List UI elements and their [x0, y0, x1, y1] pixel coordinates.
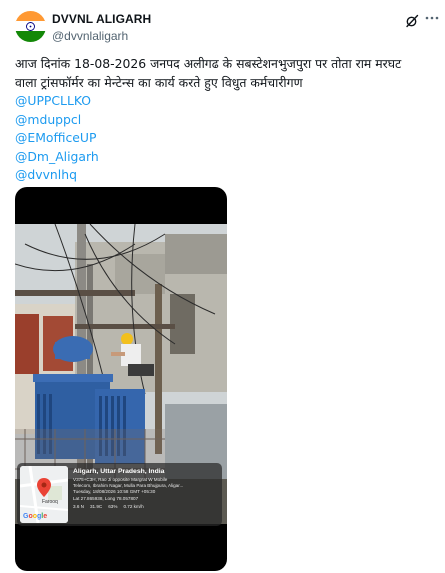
- weather-temperature: 31.9C: [89, 503, 103, 509]
- more-options-icon[interactable]: [425, 11, 439, 25]
- geotag-coordinates: Lat 27.865938, Long 78.057807: [73, 495, 139, 501]
- google-logo: Google: [23, 513, 48, 520]
- avatar[interactable]: [15, 11, 46, 42]
- mention-link[interactable]: @dvvnlhq: [15, 166, 440, 185]
- mention-link[interactable]: @mduppcl: [15, 111, 440, 130]
- tweet-media[interactable]: Farooq Google Aligarh, Uttar Pradesh, In…: [15, 187, 227, 571]
- geotag-map: Farooq Google: [20, 466, 68, 523]
- account-handle[interactable]: @dvvnlaligarh: [52, 29, 151, 43]
- grok-icon[interactable]: [405, 14, 419, 28]
- map-place-label: Farooq: [42, 499, 58, 505]
- tweet-text-line-2: वाला ट्रांसफॉर्मर का मेन्टेन्स का कार्य …: [15, 74, 303, 90]
- geotag-weather: 3.6 N 31.9C 63% 0.72 km/h: [73, 504, 219, 509]
- account-name[interactable]: DVVNL ALIGARH: [52, 12, 151, 26]
- geotag-title: Aligarh, Uttar Pradesh, India: [73, 468, 165, 475]
- geotag-info: Aligarh, Uttar Pradesh, India V375+C3H, …: [73, 468, 219, 509]
- weather-pressure: 0.72 km/h: [123, 503, 144, 509]
- weather-humidity: 63%: [108, 503, 118, 509]
- tweet-text-line-1: आज दिनांक 18-08-2026 जनपद अलीगढ के सबस्ट…: [15, 56, 402, 71]
- mention-link[interactable]: @EMofficeUP: [15, 129, 440, 148]
- tweet-header: DVVNL ALIGARH @dvvnlaligarh: [52, 12, 151, 43]
- tweet-text: आज दिनांक 18-08-2026 जनपद अलीगढ के सबस्ट…: [15, 55, 440, 185]
- india-flag-avatar-icon: [15, 11, 46, 42]
- weather-wind: 3.6 N: [73, 503, 84, 509]
- geotag-card: Farooq Google Aligarh, Uttar Pradesh, In…: [17, 463, 222, 526]
- map-pin-icon: [37, 478, 51, 497]
- mention-link[interactable]: @Dm_Aligarh: [15, 148, 440, 167]
- mention-link[interactable]: @UPPCLLKO: [15, 92, 440, 111]
